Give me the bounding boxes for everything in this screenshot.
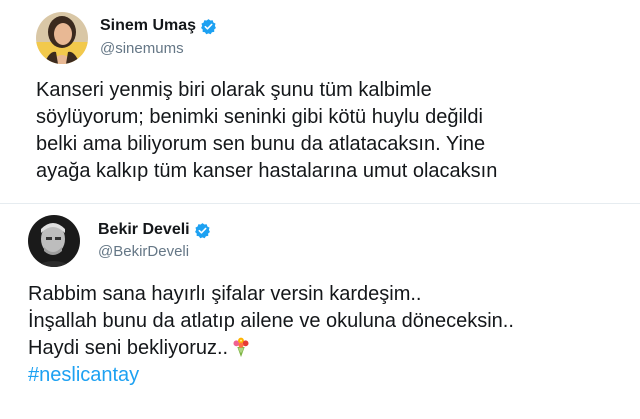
verified-badge-icon [201, 18, 216, 34]
user-handle[interactable]: @sinemums [100, 40, 184, 58]
tweet-body: Kanseri yenmiş biri olarak şunu tüm kalb… [36, 77, 636, 185]
author-row: Sinem Umaş [100, 16, 217, 36]
verified-badge-icon [194, 222, 210, 238]
display-name[interactable]: Sinem Umaş [100, 16, 196, 36]
tweet-text-line: Rabbim sana hayırlı şifalar versin karde… [28, 283, 422, 305]
tweet-text-line: ayağa kalkıp tüm kanser hastalarına umut… [36, 160, 498, 182]
bouquet-emoji-icon [233, 337, 249, 358]
tweet-text-segment: Haydi seni bekliyoruz.. [28, 337, 229, 359]
tweet-sinem-umas[interactable]: Sinem Umaş @sinemums Kanseri yenmiş biri… [0, 0, 640, 203]
user-handle[interactable]: @BekirDeveli [98, 243, 189, 261]
user-avatar-icon [28, 215, 80, 267]
tweet-text-line-with-emoji: Haydi seni bekliyoruz.. [28, 335, 638, 362]
tweet-text-line: belki ama biliyorum sen bunu da atlataca… [36, 133, 486, 155]
display-name[interactable]: Bekir Develi [98, 220, 190, 240]
tweet-text-line: söylüyorum; benimki seninki gibi kötü hu… [36, 106, 483, 128]
author-row: Bekir Develi [98, 220, 211, 240]
avatar[interactable] [28, 215, 80, 267]
tweet-body: Rabbim sana hayırlı şifalar versin karde… [28, 281, 638, 389]
tweet-text-line: İnşallah bunu da atlatıp ailene ve okulu… [28, 310, 514, 332]
tweet-text-line: Kanseri yenmiş biri olarak şunu tüm kalb… [36, 79, 432, 101]
hashtag-link[interactable]: #neslicantay [28, 362, 638, 389]
avatar[interactable] [36, 12, 88, 64]
tweet-bekir-develi[interactable]: Bekir Develi @BekirDeveli Rabbim sana ha… [0, 203, 640, 419]
user-avatar-icon [36, 12, 88, 64]
